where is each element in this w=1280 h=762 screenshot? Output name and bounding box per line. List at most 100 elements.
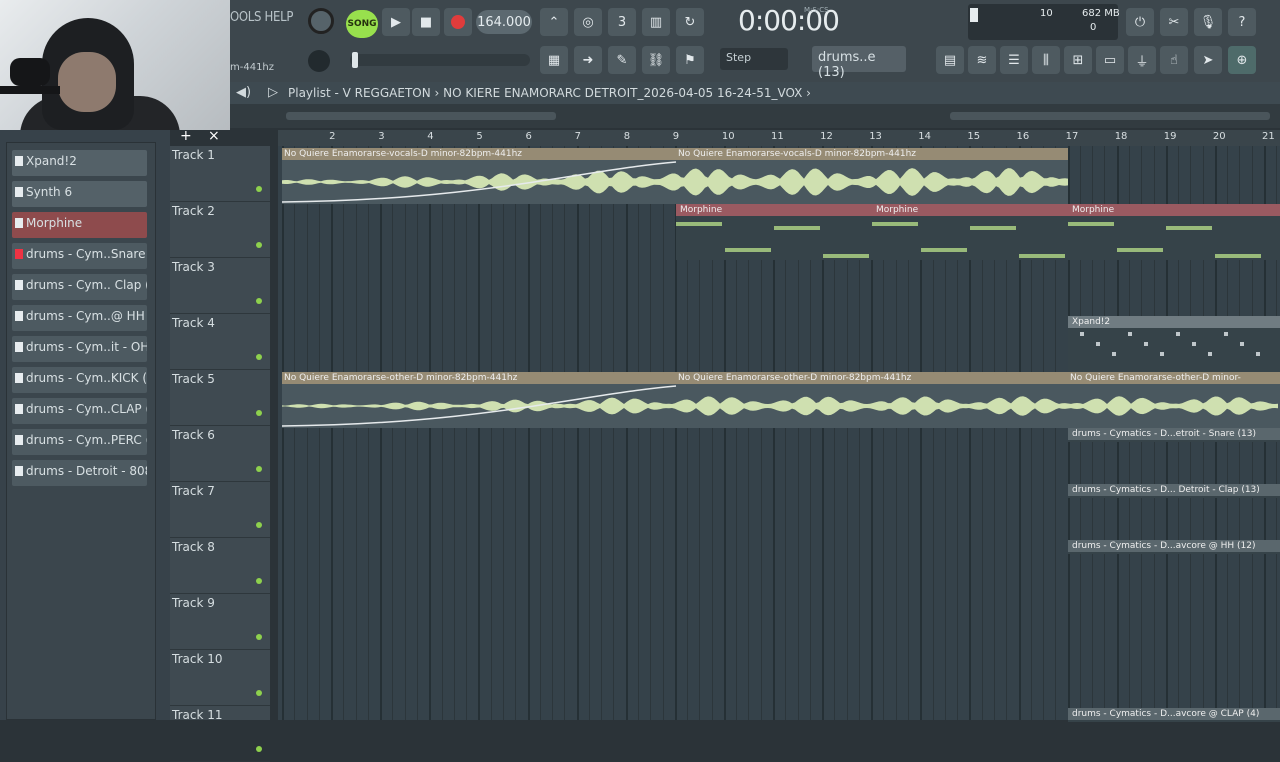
track-mute-led[interactable] [256,354,262,360]
track-mute-led[interactable] [256,298,262,304]
loop-record-button[interactable]: ↻ [676,8,704,36]
track-header[interactable]: Track 3 [170,258,270,314]
piano-roll-button[interactable]: ▦ [540,46,568,74]
link-tool-button[interactable]: ⛓ [642,46,670,74]
channel-item[interactable]: drums - Cym..KICK (10) [12,367,147,393]
cut-button[interactable]: ✂ [1160,8,1188,36]
channel-item[interactable]: drums - Cym..@ HH (12) [12,305,147,331]
midi-note[interactable] [1192,342,1196,346]
midi-note[interactable] [1080,332,1084,336]
shop-button[interactable]: ⊕ [1228,46,1256,74]
midi-note[interactable] [774,226,820,230]
midi-note[interactable] [676,222,722,226]
mic-button[interactable]: 🎙 [1194,8,1222,36]
midi-note[interactable] [1117,248,1163,252]
midi-note[interactable] [970,226,1016,230]
track-mute-led[interactable] [256,410,262,416]
midi-note[interactable] [1256,352,1260,356]
countdown-button[interactable]: 3 [608,8,636,36]
midi-note[interactable] [1144,342,1148,346]
playlist-button[interactable]: ≋ [968,46,996,74]
volume-knob[interactable] [308,50,330,72]
snap-select[interactable]: Step [720,48,788,70]
arrow-tool-button[interactable]: ➜ [574,46,602,74]
midi-note[interactable] [1208,352,1212,356]
track-mute-led[interactable] [256,466,262,472]
close-icon[interactable]: × [208,128,220,144]
scroll-thumb-zoom[interactable] [950,112,1270,120]
channel-select[interactable]: drums..e (13) [812,46,906,80]
track-mute-led[interactable] [256,690,262,696]
master-pitch-slider[interactable] [350,52,530,68]
add-track-icon[interactable]: + [180,128,192,144]
touch-button[interactable]: ☝ [1160,46,1188,74]
midi-note[interactable] [872,222,918,226]
channel-item[interactable]: Synth 6 [12,181,147,207]
midi-note[interactable] [1068,222,1114,226]
track-header[interactable]: Track 9 [170,594,270,650]
midi-note[interactable] [1176,332,1180,336]
midi-note[interactable] [1112,352,1116,356]
speaker-icon[interactable]: ◀) [236,85,251,100]
midi-note[interactable] [725,248,771,252]
scroll-thumb[interactable] [286,112,556,120]
midi-note[interactable] [921,248,967,252]
midi-note[interactable] [1019,254,1065,258]
project-picker-button[interactable]: ⊞ [1064,46,1092,74]
midi-note[interactable] [1166,226,1212,230]
track-header[interactable]: Track 2 [170,202,270,258]
track-mute-led[interactable] [256,746,262,752]
metronome-button[interactable]: ⌃ [540,8,568,36]
help-button[interactable]: ? [1228,8,1256,36]
online-button[interactable]: ➤ [1194,46,1222,74]
track-mute-led[interactable] [256,186,262,192]
track-header[interactable]: Track 6 [170,426,270,482]
track-header[interactable]: Track 1 [170,146,270,202]
channel-rack-button[interactable]: ☰ [1000,46,1028,74]
mixer-button[interactable]: ⫼ [1032,46,1060,74]
channel-item[interactable]: drums - Cym..CLAP (4) [12,398,147,424]
tempo-display[interactable]: 164.000 [476,10,532,34]
track-mute-led[interactable] [256,634,262,640]
menu-tools-help[interactable]: OOLS HELP [230,10,300,32]
track-header[interactable]: Track 4 [170,314,270,370]
midi-note[interactable] [1215,254,1261,258]
midi-note[interactable] [1160,352,1164,356]
file-button[interactable]: ▭ [1096,46,1124,74]
pointer-icon[interactable]: ▷ [268,85,278,100]
draw-tool-button[interactable]: ✎ [608,46,636,74]
track-header[interactable]: Track 10 [170,650,270,706]
wait-record-button[interactable]: ◎ [574,8,602,36]
track-mute-led[interactable] [256,578,262,584]
channel-item-selected[interactable]: Morphine [12,212,147,238]
track-header[interactable]: Track 5 [170,370,270,426]
step-edit-button[interactable]: ▥ [642,8,670,36]
channel-item[interactable]: Xpand!2 [12,150,147,176]
channel-item[interactable]: drums - Cym..it - OH (9) [12,336,147,362]
track-header[interactable]: Track 7 [170,482,270,538]
play-button[interactable]: ▶ [382,8,410,36]
stamp-tool-button[interactable]: ⚑ [676,46,704,74]
record-button[interactable] [444,8,472,36]
track-mute-led[interactable] [256,242,262,248]
channel-item[interactable]: drums - Cym.. Clap (13) [12,274,147,300]
plugin-button[interactable]: ⏚ [1128,46,1156,74]
master-volume-knob[interactable] [308,8,334,34]
channel-item[interactable]: drums - Cym..Snare (13) [12,243,147,269]
channel-item[interactable]: drums - Detroit - 808 (7) [12,460,147,486]
undo-history-button[interactable]: ⏻ [1126,8,1154,36]
track-mute-led[interactable] [256,522,262,528]
pattern-icon [15,404,23,414]
pat-song-toggle[interactable]: SONG [346,10,378,38]
track-header[interactable]: Track 11 [170,706,270,762]
midi-note[interactable] [823,254,869,258]
midi-note[interactable] [1096,342,1100,346]
bar-number: 11 [771,131,784,142]
midi-note[interactable] [1224,332,1228,336]
channel-item[interactable]: drums - Cym..PERC (7) [12,429,147,455]
browser-button[interactable]: ▤ [936,46,964,74]
track-header[interactable]: Track 8 [170,538,270,594]
midi-note[interactable] [1128,332,1132,336]
midi-note[interactable] [1240,342,1244,346]
stop-button[interactable]: ■ [412,8,440,36]
